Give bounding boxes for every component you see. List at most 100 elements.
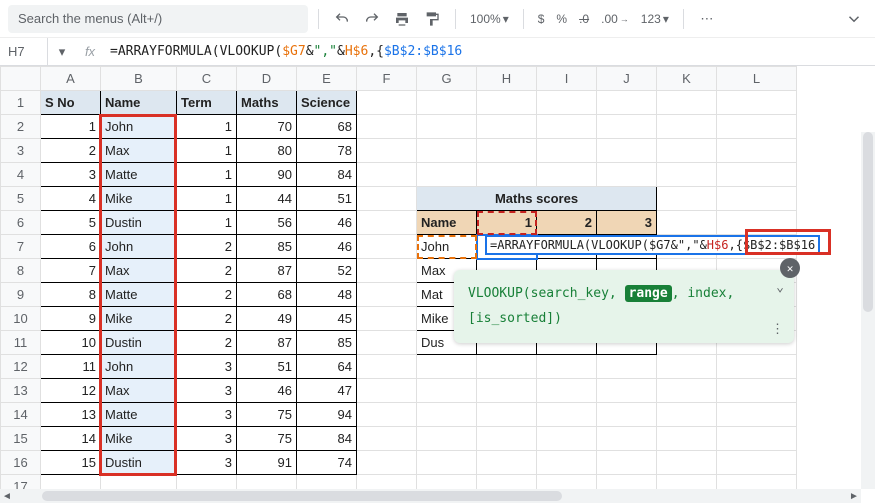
scroll-right-icon[interactable]: ► bbox=[847, 491, 861, 502]
cell[interactable] bbox=[597, 379, 657, 403]
cell[interactable]: 68 bbox=[297, 115, 357, 139]
row-header[interactable]: 3 bbox=[1, 139, 41, 163]
cell[interactable]: 56 bbox=[237, 211, 297, 235]
row-header[interactable]: 5 bbox=[1, 187, 41, 211]
cell[interactable] bbox=[657, 211, 717, 235]
cell[interactable] bbox=[357, 307, 417, 331]
cell[interactable]: John bbox=[101, 355, 177, 379]
cell[interactable] bbox=[597, 427, 657, 451]
cell[interactable] bbox=[537, 163, 597, 187]
cell[interactable]: 2 bbox=[177, 235, 237, 259]
cell[interactable] bbox=[717, 451, 797, 475]
cell[interactable]: 14 bbox=[41, 427, 101, 451]
cell[interactable] bbox=[537, 379, 597, 403]
cell[interactable]: 49 bbox=[237, 307, 297, 331]
cell[interactable] bbox=[597, 115, 657, 139]
currency-button[interactable]: $ bbox=[534, 12, 549, 26]
col-header[interactable]: J bbox=[597, 67, 657, 91]
cell[interactable]: Dustin bbox=[101, 451, 177, 475]
format-select[interactable]: 123▾ bbox=[637, 12, 673, 26]
cell[interactable] bbox=[717, 427, 797, 451]
cell[interactable]: 48 bbox=[297, 283, 357, 307]
cell[interactable] bbox=[417, 115, 477, 139]
row-header[interactable]: 11 bbox=[1, 331, 41, 355]
cell[interactable] bbox=[417, 91, 477, 115]
cell[interactable] bbox=[717, 91, 797, 115]
cell[interactable] bbox=[357, 355, 417, 379]
cell[interactable]: 13 bbox=[41, 403, 101, 427]
cell[interactable]: Matte bbox=[101, 283, 177, 307]
cell[interactable]: Matte bbox=[101, 163, 177, 187]
cell[interactable] bbox=[477, 355, 537, 379]
cell[interactable]: 51 bbox=[297, 187, 357, 211]
cell[interactable] bbox=[537, 91, 597, 115]
scroll-left-icon[interactable]: ◄ bbox=[0, 491, 14, 502]
row-header[interactable]: 10 bbox=[1, 307, 41, 331]
cell[interactable]: Max bbox=[101, 379, 177, 403]
cell[interactable] bbox=[417, 379, 477, 403]
cell[interactable]: 2 bbox=[41, 139, 101, 163]
cell[interactable] bbox=[597, 163, 657, 187]
select-all-corner[interactable] bbox=[1, 67, 41, 91]
zoom-select[interactable]: 100% ▾ bbox=[466, 12, 513, 26]
col-header[interactable]: E bbox=[297, 67, 357, 91]
cell[interactable]: 46 bbox=[297, 235, 357, 259]
paint-format-icon[interactable] bbox=[419, 6, 445, 32]
cell[interactable]: 7 bbox=[41, 259, 101, 283]
cell[interactable]: 78 bbox=[297, 139, 357, 163]
cell[interactable]: 3 bbox=[597, 211, 657, 235]
row-header[interactable]: 6 bbox=[1, 211, 41, 235]
cell[interactable]: 6 bbox=[41, 235, 101, 259]
row-header[interactable]: 9 bbox=[1, 283, 41, 307]
cell[interactable] bbox=[657, 115, 717, 139]
cell[interactable]: 3 bbox=[177, 355, 237, 379]
cell[interactable]: 2 bbox=[177, 283, 237, 307]
cell[interactable] bbox=[357, 235, 417, 259]
col-header[interactable]: G bbox=[417, 67, 477, 91]
cell[interactable]: 75 bbox=[237, 427, 297, 451]
cell[interactable]: 1 bbox=[177, 187, 237, 211]
cell[interactable]: 8 bbox=[41, 283, 101, 307]
cell[interactable]: Matte bbox=[101, 403, 177, 427]
cell[interactable]: 85 bbox=[237, 235, 297, 259]
cell[interactable]: 80 bbox=[237, 139, 297, 163]
col-header[interactable]: F bbox=[357, 67, 417, 91]
cell[interactable] bbox=[357, 115, 417, 139]
cell[interactable]: John bbox=[101, 115, 177, 139]
cell[interactable]: 3 bbox=[177, 451, 237, 475]
cell[interactable] bbox=[717, 211, 797, 235]
row-header[interactable]: 4 bbox=[1, 163, 41, 187]
cell[interactable]: 68 bbox=[237, 283, 297, 307]
cell[interactable]: 91 bbox=[237, 451, 297, 475]
name-box[interactable]: H7 bbox=[0, 38, 48, 65]
row-header[interactable]: 12 bbox=[1, 355, 41, 379]
cell[interactable] bbox=[357, 379, 417, 403]
cell[interactable] bbox=[477, 427, 537, 451]
cell[interactable] bbox=[657, 427, 717, 451]
cell[interactable]: S No bbox=[41, 91, 101, 115]
cell[interactable] bbox=[717, 379, 797, 403]
row-header[interactable]: 13 bbox=[1, 379, 41, 403]
cell[interactable] bbox=[597, 451, 657, 475]
scrollbar-thumb[interactable] bbox=[863, 132, 873, 312]
cell[interactable] bbox=[537, 403, 597, 427]
cell[interactable] bbox=[477, 115, 537, 139]
col-header[interactable]: H bbox=[477, 67, 537, 91]
cell[interactable]: Max bbox=[101, 139, 177, 163]
cell[interactable]: 84 bbox=[297, 427, 357, 451]
cell[interactable] bbox=[657, 355, 717, 379]
cell[interactable] bbox=[657, 91, 717, 115]
cell[interactable] bbox=[357, 91, 417, 115]
cell[interactable]: 87 bbox=[237, 331, 297, 355]
increase-decimal-button[interactable]: .00→ bbox=[597, 12, 633, 26]
cell[interactable]: 1 bbox=[177, 163, 237, 187]
cell[interactable]: John bbox=[417, 235, 477, 259]
cell[interactable] bbox=[657, 163, 717, 187]
cell[interactable]: 4 bbox=[41, 187, 101, 211]
cell[interactable] bbox=[657, 139, 717, 163]
collapse-toolbar-icon[interactable] bbox=[841, 6, 867, 32]
col-header[interactable]: A bbox=[41, 67, 101, 91]
cell[interactable]: 75 bbox=[237, 403, 297, 427]
cell[interactable] bbox=[657, 379, 717, 403]
cell[interactable]: 52 bbox=[297, 259, 357, 283]
